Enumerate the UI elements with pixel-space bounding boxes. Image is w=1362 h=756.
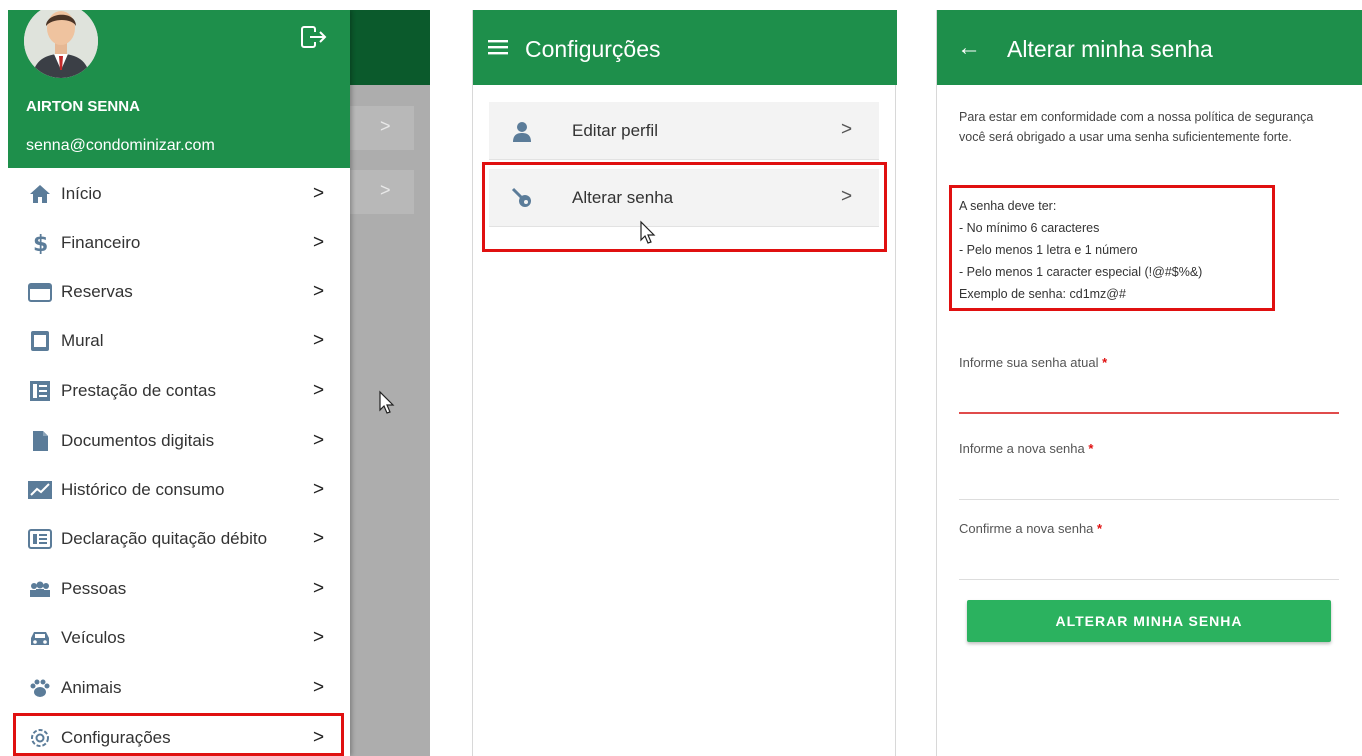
chevron-right-icon: >	[313, 677, 325, 698]
svg-text:$: $	[33, 232, 48, 254]
people-icon	[28, 578, 52, 600]
menu-item-reservas[interactable]: Reservas >	[8, 268, 350, 316]
chevron-right-icon: >	[841, 119, 853, 140]
dollar-icon: $	[28, 232, 52, 257]
field-label-text: Informe sua senha atual	[959, 355, 1099, 370]
menu-item-animais[interactable]: Animais >	[8, 664, 350, 712]
page-title: Alterar minha senha	[1007, 36, 1213, 62]
report-icon	[28, 380, 52, 402]
board-icon	[28, 330, 52, 352]
chevron-right-icon: >	[313, 627, 325, 648]
menu-item-declaracao-quitacao-debito[interactable]: Declaração quitação débito >	[8, 515, 350, 563]
menu-item-documentos-digitais[interactable]: Documentos digitais >	[8, 417, 350, 465]
menu-item-label: Reservas	[61, 282, 133, 301]
menu-item-label: Histórico de consumo	[61, 480, 225, 499]
avatar	[24, 10, 98, 78]
field-label-text: Informe a nova senha	[959, 441, 1085, 456]
menu-item-inicio[interactable]: Início >	[8, 170, 350, 218]
chevron-right-icon: >	[313, 479, 325, 500]
logout-icon[interactable]	[300, 24, 328, 50]
menu-item-financeiro[interactable]: $ Financeiro >	[8, 219, 350, 267]
page-title: Configurções	[525, 36, 661, 62]
drawer-screen: > > AIRTON SENNA senna@condominizar.com …	[8, 10, 430, 756]
chevron-right-icon: >	[313, 528, 325, 549]
required-marker: *	[1102, 355, 1108, 370]
mouse-cursor-icon	[379, 390, 395, 414]
paw-icon	[28, 677, 52, 699]
settings-item-label: Editar perfil	[572, 121, 658, 140]
required-marker: *	[1097, 521, 1103, 536]
calendar-icon	[28, 281, 52, 303]
highlight-box	[13, 713, 344, 756]
chevron-right-icon: >	[313, 380, 325, 401]
settings-item-editar-perfil[interactable]: Editar perfil >	[489, 102, 879, 160]
menu-item-label: Pessoas	[61, 579, 127, 598]
policy-intro-text: Para estar em conformidade com a nossa p…	[959, 110, 1314, 144]
user-icon	[511, 120, 533, 142]
chevron-right-icon: >	[313, 232, 325, 253]
declaration-icon	[28, 528, 52, 550]
car-icon	[28, 627, 52, 649]
user-email: senna@condominizar.com	[26, 137, 215, 154]
home-icon	[28, 183, 52, 205]
menu-item-historico-de-consumo[interactable]: Histórico de consumo >	[8, 466, 350, 514]
chevron-right-icon: >	[313, 183, 325, 204]
app-header: Configurções	[473, 10, 897, 85]
menu-item-label: Financeiro	[61, 233, 141, 252]
app-header: ← Alterar minha senha	[937, 10, 1362, 85]
highlight-box	[949, 185, 1275, 311]
back-arrow-icon[interactable]: ←	[957, 34, 981, 62]
menu-icon[interactable]	[488, 38, 508, 56]
chevron-right-icon: >	[313, 430, 325, 451]
new-password-input[interactable]	[959, 470, 1339, 496]
menu-item-label: Declaração quitação débito	[61, 529, 268, 548]
confirm-password-label: Confirme a nova senha *	[959, 521, 1102, 536]
change-password-button[interactable]: ALTERAR MINHA SENHA	[967, 600, 1331, 642]
menu-item-label: Início	[61, 184, 102, 203]
field-label-text: Confirme a nova senha	[959, 521, 1094, 536]
required-marker: *	[1088, 441, 1094, 456]
document-icon	[28, 430, 52, 452]
new-password-label: Informe a nova senha *	[959, 441, 1093, 456]
menu-item-label: Prestação de contas	[61, 381, 216, 400]
chevron-right-icon: >	[313, 578, 325, 599]
background-app-header	[350, 10, 430, 85]
user-name: AIRTON SENNA	[26, 98, 140, 115]
menu-item-prestacao-de-contas[interactable]: Prestação de contas >	[8, 367, 350, 415]
drawer-header: AIRTON SENNA senna@condominizar.com	[8, 10, 350, 168]
menu-item-label: Mural	[61, 331, 104, 350]
confirm-password-input[interactable]	[959, 550, 1339, 576]
menu-item-label: Documentos digitais	[61, 431, 215, 450]
change-password-screen: ← Alterar minha senha Para estar em conf…	[936, 10, 1362, 756]
menu-item-mural[interactable]: Mural >	[8, 317, 350, 365]
menu-item-veiculos[interactable]: Veículos >	[8, 614, 350, 662]
settings-screen: Configurções Editar perfil > Alterar sen…	[472, 10, 897, 756]
menu-item-pessoas[interactable]: Pessoas >	[8, 565, 350, 613]
navigation-drawer: AIRTON SENNA senna@condominizar.com Iníc…	[8, 10, 350, 756]
new-password-underline	[959, 499, 1339, 500]
background-row: >	[350, 170, 414, 214]
chart-icon	[28, 479, 52, 501]
mouse-cursor-icon	[640, 220, 656, 244]
current-password-label: Informe sua senha atual *	[959, 355, 1107, 370]
menu-item-label: Animais	[61, 678, 122, 697]
highlight-box	[482, 162, 887, 252]
chevron-right-icon: >	[313, 281, 325, 302]
chevron-right-icon: >	[313, 330, 325, 351]
current-password-input[interactable]	[959, 384, 1339, 410]
confirm-password-underline	[959, 579, 1339, 580]
current-password-underline	[959, 412, 1339, 414]
menu-item-label: Veículos	[61, 628, 126, 647]
background-row: >	[350, 106, 414, 150]
